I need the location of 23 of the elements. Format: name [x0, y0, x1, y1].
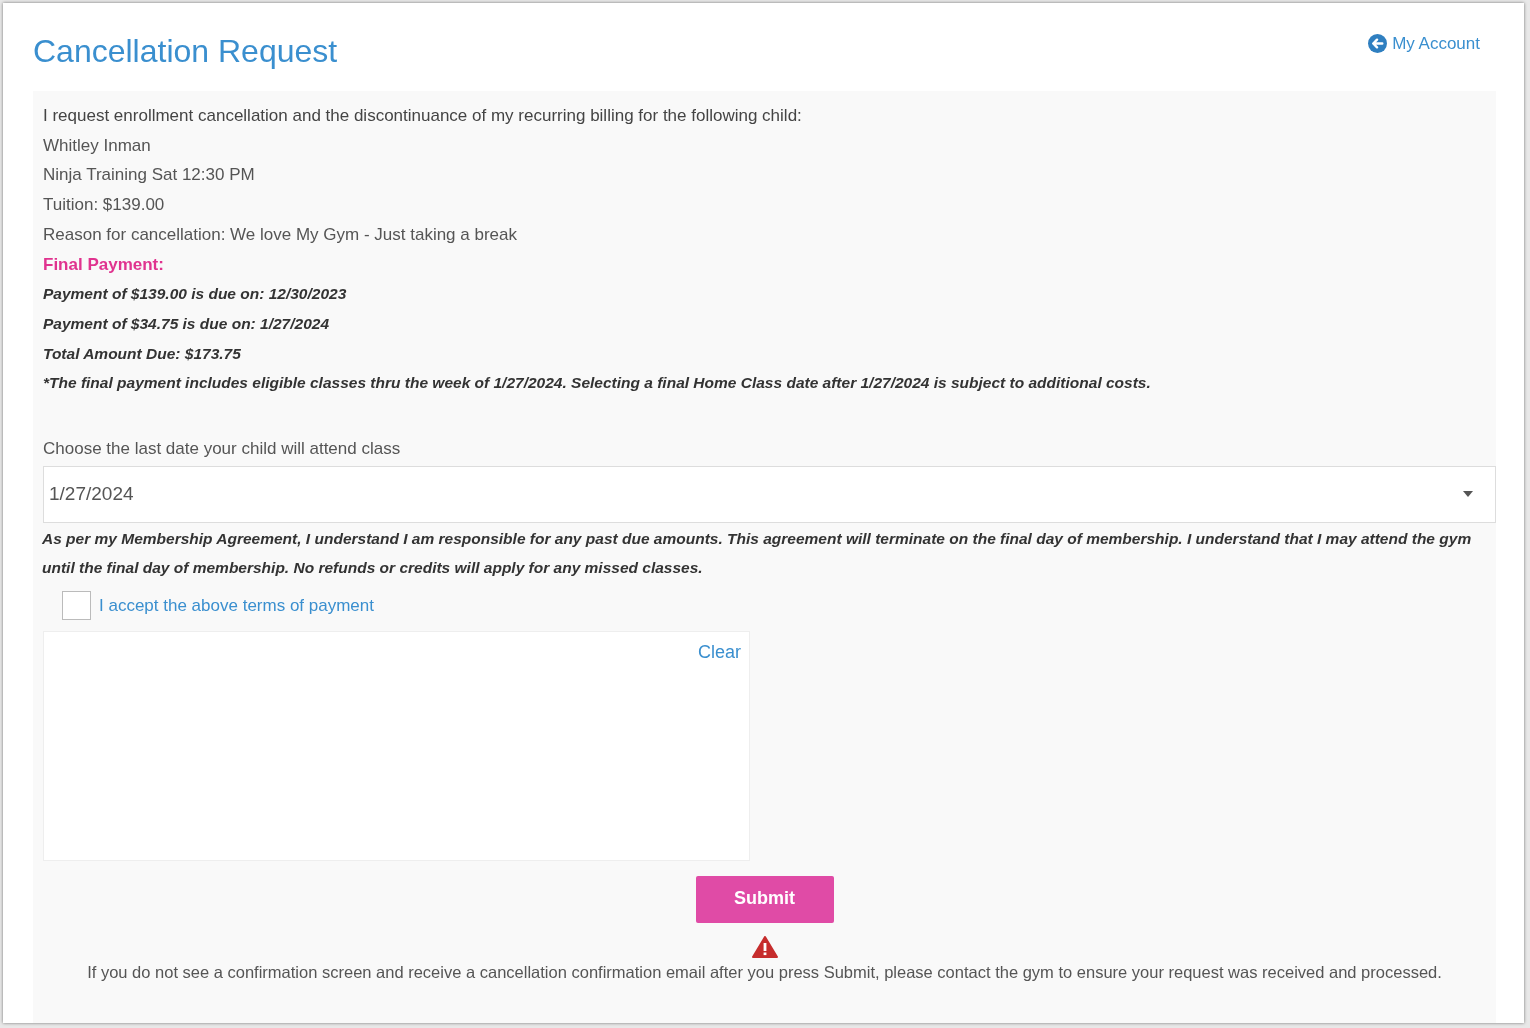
accept-checkbox[interactable] [62, 591, 91, 621]
payment-text: Payment of $34.75 is due on: 1/27/2024 [43, 313, 331, 334]
page-title: Cancellation Request [33, 32, 338, 71]
signature-pad[interactable]: Clear [43, 630, 750, 861]
intro-text: I request enrollment cancellation and the discontinuance of my recurring billing for the following child: [43, 105, 803, 127]
dropdown-caret-icon [1463, 491, 1473, 498]
detail-text: Tuition: $139.00 [43, 194, 166, 217]
payment-text: Payment of $139.00 is due on: 12/30/2023 [43, 284, 348, 305]
warning-icon [751, 935, 778, 958]
payment-text: Total Amount Due: $173.75 [43, 343, 242, 364]
my-account-link[interactable]: My Account [1368, 31, 1480, 57]
last-date-select[interactable]: 1/27/2024 [43, 465, 1496, 523]
detail-text: Reason for cancellation: We love My Gym - Just taking a break [43, 223, 518, 246]
final-payment-heading: Final Payment: [43, 253, 165, 276]
submit-button[interactable]: Submit [695, 875, 834, 923]
detail-text: Ninja Training Sat 12:30 PM [43, 164, 256, 187]
payment-text: *The final payment includes eligible classes thru the week of 1/27/2024. Selecting a final Home Class date after 1/27/2024 is subject to additional costs. [43, 373, 1152, 394]
last-date-label: Choose the last date your child will attend class [43, 438, 402, 461]
accept-label[interactable]: I accept the above terms of payment [99, 591, 374, 621]
agreement-text: As per my Membership Agreement, I understand I am responsible for any past due amounts. This agreement will terminate on the final day of membership. I understand that I may attend the gym until the final day of membership. No refunds or credits will apply for any missed classes. [42, 528, 1473, 579]
warning-text: If you do not see a confirmation screen and receive a cancellation confirmation email after you press Submit, please contact the gym to ensure your request was received and processed. [86, 961, 1443, 983]
clear-link[interactable]: Clear [698, 637, 741, 668]
detail-text: Whitley Inman [43, 134, 152, 157]
